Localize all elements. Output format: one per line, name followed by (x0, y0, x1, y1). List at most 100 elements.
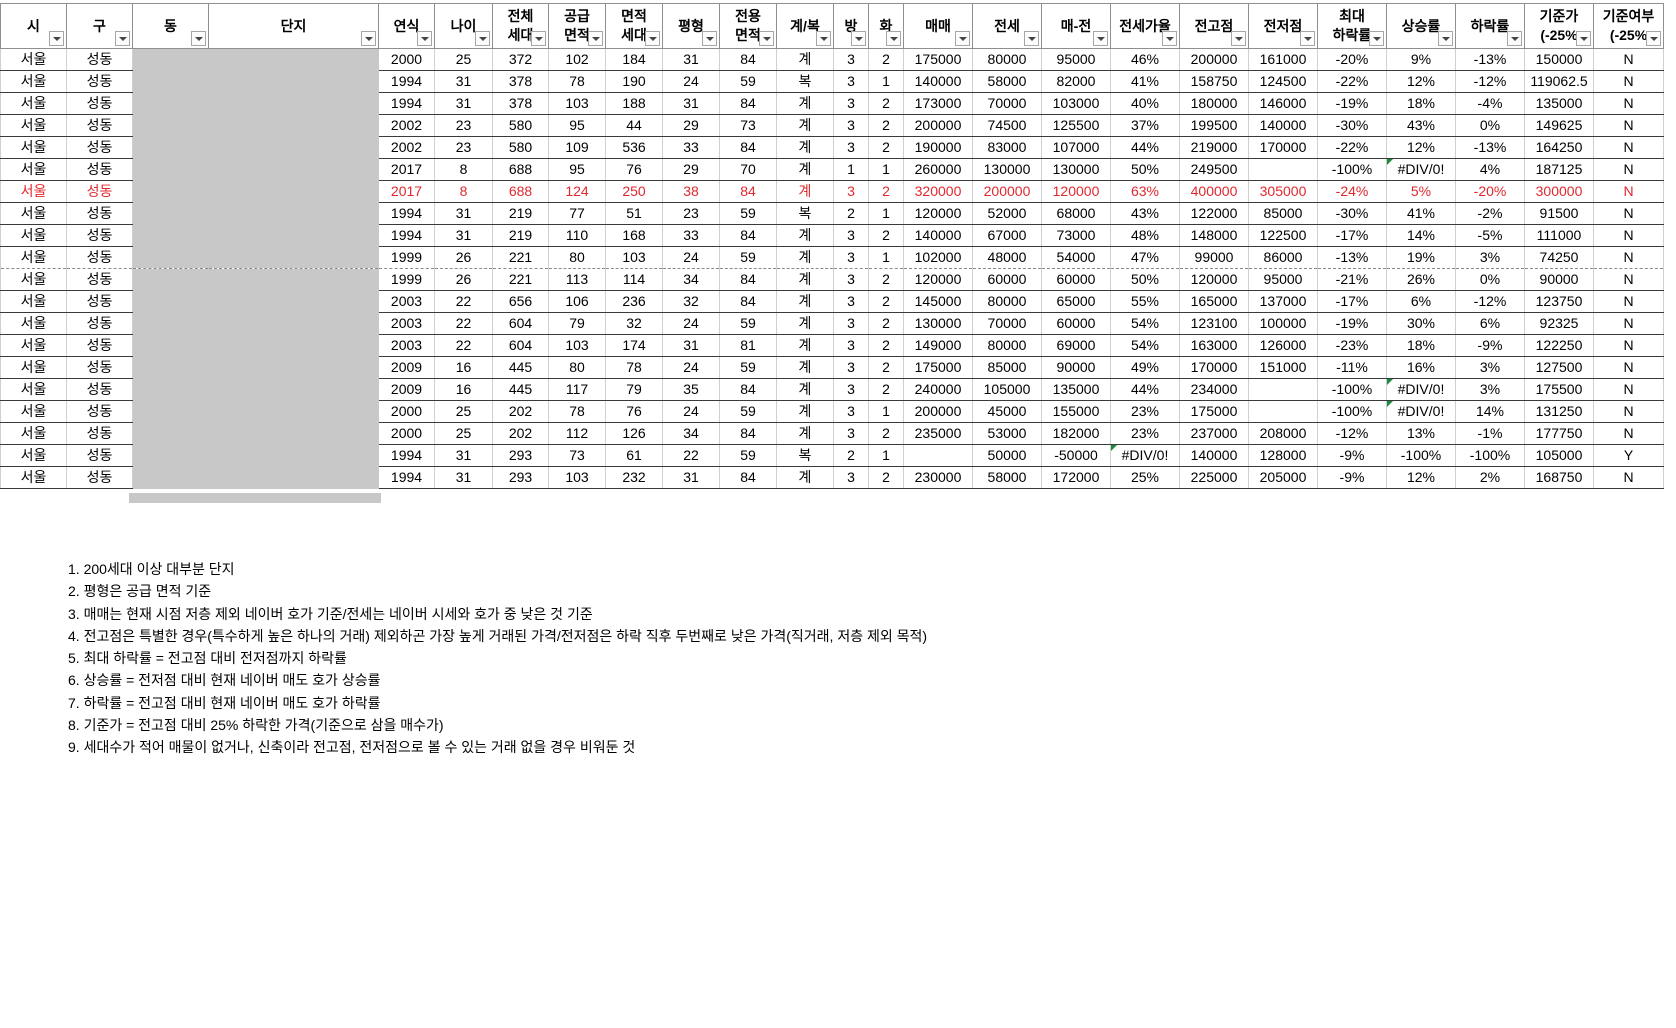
cell-col-max-drop[interactable]: -30% (1317, 114, 1387, 137)
cell-col-nai[interactable]: 31 (434, 466, 493, 489)
cell-col-supply-area[interactable]: 117 (548, 378, 606, 401)
cell-col-jeonse-ratio[interactable]: 23% (1110, 400, 1180, 423)
cell-col-si[interactable]: 서울 (0, 136, 67, 159)
cell-col-rise-rate[interactable]: 12% (1386, 466, 1456, 489)
cell-col-gu[interactable]: 성동 (66, 268, 133, 291)
cell-col-jeonse-ratio[interactable]: 55% (1110, 290, 1180, 313)
cell-col-supply-area[interactable]: 106 (548, 290, 606, 313)
cell-col-exclusive-area[interactable]: 73 (719, 114, 777, 137)
cell-col-nai[interactable]: 8 (434, 158, 493, 181)
cell-col-prev-high[interactable]: 200000 (1179, 48, 1249, 71)
cell-col-dong[interactable] (132, 268, 209, 291)
cell-col-maemae[interactable]: 120000 (903, 268, 973, 291)
cell-col-area-households[interactable]: 103 (605, 246, 663, 269)
cell-col-hwa[interactable]: 2 (868, 466, 904, 489)
cell-col-exclusive-area[interactable]: 70 (719, 158, 777, 181)
cell-col-base-price[interactable]: 150000 (1524, 48, 1594, 71)
cell-col-bang[interactable]: 2 (833, 444, 869, 467)
cell-col-nai[interactable]: 31 (434, 70, 493, 93)
cell-col-gye-bok[interactable]: 복 (776, 444, 834, 467)
cell-col-base-flag[interactable]: N (1593, 114, 1664, 137)
cell-col-maemae[interactable] (903, 444, 973, 467)
cell-col-pyeong[interactable]: 32 (662, 290, 720, 313)
cell-col-si[interactable]: 서울 (0, 246, 67, 269)
cell-col-drop-rate[interactable]: 0% (1455, 114, 1525, 137)
cell-col-drop-rate[interactable]: 6% (1455, 312, 1525, 335)
cell-col-base-price[interactable]: 74250 (1524, 246, 1594, 269)
cell-col-supply-area[interactable]: 103 (548, 92, 606, 115)
cell-col-gap[interactable]: 95000 (1041, 48, 1111, 71)
cell-col-total-households[interactable]: 219 (492, 202, 549, 225)
cell-col-max-drop[interactable]: -11% (1317, 356, 1387, 379)
cell-col-jeonse[interactable]: 48000 (972, 246, 1042, 269)
cell-col-pyeong[interactable]: 31 (662, 334, 720, 357)
cell-col-prev-low[interactable]: 86000 (1248, 246, 1318, 269)
cell-col-maemae[interactable]: 130000 (903, 312, 973, 335)
cell-col-area-households[interactable]: 184 (605, 48, 663, 71)
cell-col-bang[interactable]: 3 (833, 312, 869, 335)
cell-col-area-households[interactable]: 536 (605, 136, 663, 159)
cell-col-gye-bok[interactable]: 계 (776, 224, 834, 247)
cell-col-max-drop[interactable]: -9% (1317, 444, 1387, 467)
cell-col-max-drop[interactable]: -12% (1317, 422, 1387, 445)
cell-col-nai[interactable]: 25 (434, 400, 493, 423)
cell-col-base-price[interactable]: 131250 (1524, 400, 1594, 423)
cell-col-exclusive-area[interactable]: 84 (719, 466, 777, 489)
cell-col-yeonsik[interactable]: 2009 (378, 356, 435, 379)
cell-col-nai[interactable]: 25 (434, 48, 493, 71)
cell-col-pyeong[interactable]: 38 (662, 180, 720, 203)
cell-col-nai[interactable]: 31 (434, 224, 493, 247)
cell-col-prev-high[interactable]: 175000 (1179, 400, 1249, 423)
cell-col-danji[interactable] (208, 290, 379, 313)
filter-dropdown-button[interactable] (851, 31, 866, 46)
cell-col-supply-area[interactable]: 112 (548, 422, 606, 445)
cell-col-dong[interactable] (132, 334, 209, 357)
cell-col-rise-rate[interactable]: 41% (1386, 202, 1456, 225)
cell-col-area-households[interactable]: 76 (605, 400, 663, 423)
cell-col-gye-bok[interactable]: 계 (776, 290, 834, 313)
cell-col-drop-rate[interactable]: 3% (1455, 246, 1525, 269)
cell-col-gu[interactable]: 성동 (66, 466, 133, 489)
cell-col-base-flag[interactable]: N (1593, 224, 1664, 247)
cell-col-pyeong[interactable]: 29 (662, 114, 720, 137)
cell-col-supply-area[interactable]: 109 (548, 136, 606, 159)
cell-col-base-flag[interactable]: N (1593, 268, 1664, 291)
cell-col-si[interactable]: 서울 (0, 444, 67, 467)
cell-col-prev-high[interactable]: 170000 (1179, 356, 1249, 379)
cell-col-prev-low[interactable]: 151000 (1248, 356, 1318, 379)
cell-col-dong[interactable] (132, 224, 209, 247)
filter-dropdown-button[interactable] (1024, 31, 1039, 46)
cell-col-jeonse-ratio[interactable]: 54% (1110, 334, 1180, 357)
cell-col-base-flag[interactable]: N (1593, 246, 1664, 269)
cell-col-prev-high[interactable]: 140000 (1179, 444, 1249, 467)
cell-col-dong[interactable] (132, 466, 209, 489)
cell-col-pyeong[interactable]: 24 (662, 70, 720, 93)
cell-col-yeonsik[interactable]: 2017 (378, 180, 435, 203)
cell-col-prev-high[interactable]: 163000 (1179, 334, 1249, 357)
cell-col-area-households[interactable]: 236 (605, 290, 663, 313)
cell-col-dong[interactable] (132, 202, 209, 225)
cell-col-total-households[interactable]: 604 (492, 334, 549, 357)
filter-dropdown-button[interactable] (1646, 31, 1661, 46)
cell-col-rise-rate[interactable]: 14% (1386, 224, 1456, 247)
cell-col-si[interactable]: 서울 (0, 224, 67, 247)
cell-col-hwa[interactable]: 2 (868, 378, 904, 401)
cell-col-drop-rate[interactable]: -5% (1455, 224, 1525, 247)
cell-col-exclusive-area[interactable]: 84 (719, 268, 777, 291)
cell-col-supply-area[interactable]: 124 (548, 180, 606, 203)
cell-col-area-households[interactable]: 168 (605, 224, 663, 247)
cell-col-total-households[interactable]: 580 (492, 136, 549, 159)
cell-col-bang[interactable]: 3 (833, 114, 869, 137)
cell-col-gu[interactable]: 성동 (66, 136, 133, 159)
cell-col-area-households[interactable]: 78 (605, 356, 663, 379)
cell-col-exclusive-area[interactable]: 59 (719, 312, 777, 335)
cell-col-gap[interactable]: -50000 (1041, 444, 1111, 467)
cell-col-base-flag[interactable]: Y (1593, 444, 1664, 467)
cell-col-gu[interactable]: 성동 (66, 224, 133, 247)
cell-col-supply-area[interactable]: 80 (548, 246, 606, 269)
cell-col-bang[interactable]: 3 (833, 70, 869, 93)
cell-col-yeonsik[interactable]: 2003 (378, 334, 435, 357)
cell-col-maemae[interactable]: 260000 (903, 158, 973, 181)
cell-col-si[interactable]: 서울 (0, 378, 67, 401)
cell-col-si[interactable]: 서울 (0, 466, 67, 489)
